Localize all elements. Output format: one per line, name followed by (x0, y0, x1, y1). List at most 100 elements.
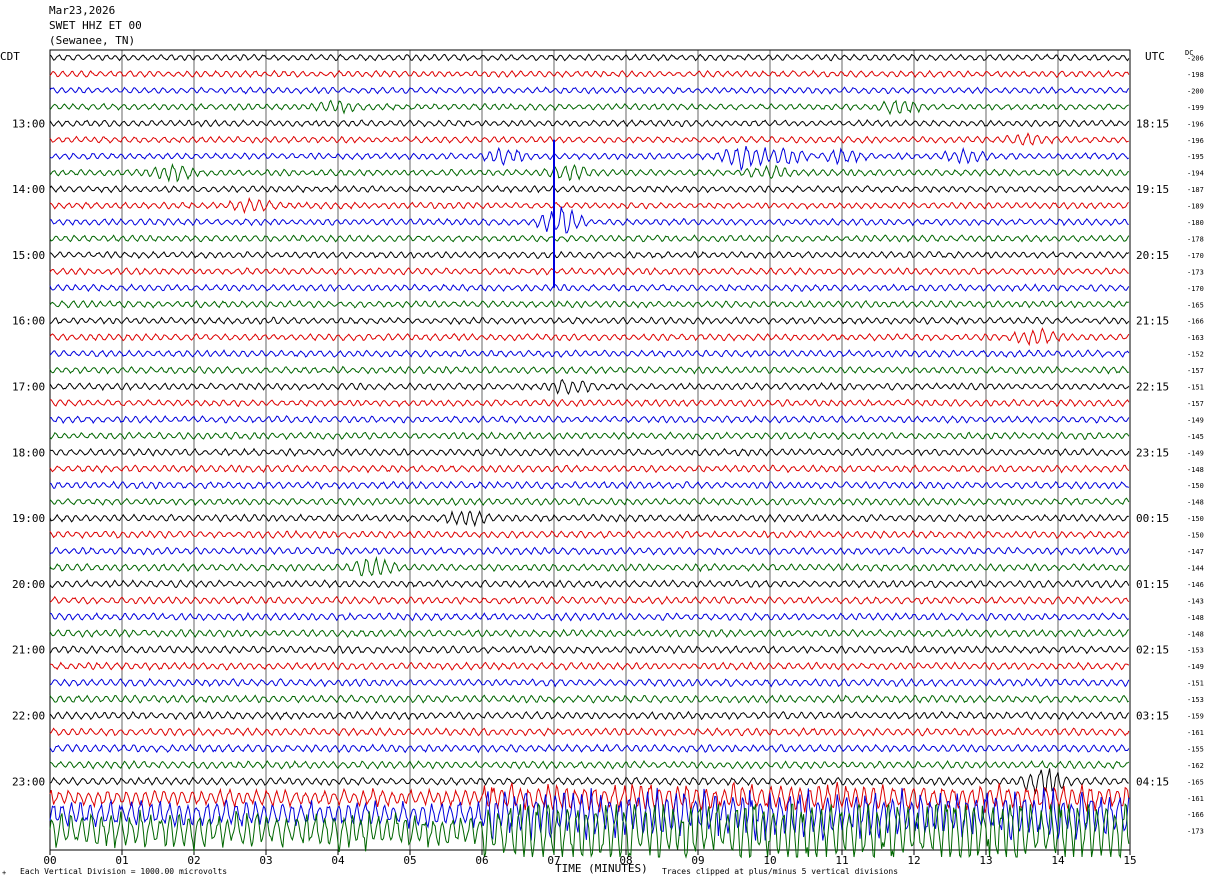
left-hour-label: 21:00 (12, 644, 45, 657)
trace-row (49, 628, 1130, 639)
trace-row (49, 555, 1130, 577)
x-tick-label: 03 (259, 854, 272, 867)
trace-row (49, 497, 1130, 507)
plot-frame (49, 49, 1131, 851)
dc-offset-label: -162 (1187, 762, 1204, 770)
trace-row (49, 694, 1130, 704)
dc-offset-label: -166 (1187, 811, 1204, 819)
dc-offset-label: -153 (1187, 647, 1204, 655)
trace-row (50, 661, 1130, 671)
dc-offset-label: -166 (1187, 318, 1204, 326)
trace-row (49, 283, 1130, 293)
dc-offset-label: -189 (1187, 203, 1204, 211)
dc-offset-label: -157 (1187, 400, 1204, 408)
left-hour-label: 22:00 (12, 710, 45, 723)
trace-row (49, 266, 1129, 276)
dc-offset-label: -149 (1187, 663, 1204, 671)
dc-offset-label: -187 (1187, 186, 1204, 194)
right-hour-label: 21:15 (1136, 315, 1169, 328)
left-hour-label: 18:00 (12, 446, 45, 459)
dc-offset-label: -147 (1187, 548, 1204, 556)
trace-row (49, 480, 1129, 490)
dc-offset-label: -152 (1187, 351, 1204, 359)
right-hour-label: 02:15 (1136, 644, 1169, 657)
trace-layer (49, 53, 1130, 859)
dc-offset-label: -206 (1187, 55, 1204, 63)
trace-row (49, 768, 1129, 795)
dc-offset-label: -150 (1187, 532, 1204, 540)
trace-row (49, 250, 1130, 260)
trace-row (49, 464, 1130, 474)
dc-offset-label: -149 (1187, 416, 1204, 424)
dc-offset-label: -199 (1187, 104, 1204, 112)
trace-row (49, 529, 1130, 540)
dc-offset-label: -144 (1187, 564, 1204, 572)
x-tick-label: 09 (691, 854, 704, 867)
dc-offset-label: -161 (1187, 795, 1204, 803)
dc-offset-label: -150 (1187, 515, 1204, 523)
dc-offset-label: -200 (1187, 87, 1204, 95)
left-hour-label: 16:00 (12, 315, 45, 328)
left-hour-label: 20:00 (12, 578, 45, 591)
right-hour-label: 00:15 (1136, 512, 1169, 525)
dc-offset-label: -148 (1187, 499, 1204, 507)
dc-offset-label: -148 (1187, 466, 1204, 474)
left-hour-label: 13:00 (12, 117, 45, 130)
left-hour-label: 14:00 (12, 183, 45, 196)
trace-row (49, 69, 1130, 79)
trace-row (49, 546, 1130, 556)
dc-offset-label: -151 (1187, 680, 1204, 688)
x-tick-label: 15 (1123, 854, 1136, 867)
trace-row (49, 431, 1130, 441)
x-tick-label: 02 (187, 854, 200, 867)
dc-offset-label: -150 (1187, 482, 1204, 490)
left-hour-label: 15:00 (12, 249, 45, 262)
trace-row (49, 743, 1130, 754)
dc-offset-label: -155 (1187, 745, 1204, 753)
trace-row (49, 184, 1130, 194)
trace-row (49, 299, 1129, 309)
right-hour-label: 20:15 (1136, 249, 1169, 262)
dc-offset-label: -159 (1187, 713, 1204, 721)
dc-offset-label: -173 (1187, 268, 1204, 276)
trace-row (49, 398, 1130, 408)
x-axis-title: TIME (MINUTES) (555, 862, 648, 875)
x-tick-label: 05 (403, 854, 416, 867)
dc-offset-label: -178 (1187, 235, 1204, 243)
trace-row (49, 378, 1130, 395)
corner-mark: + (2, 869, 7, 877)
x-tick-label: 12 (907, 854, 920, 867)
x-tick-label: 01 (115, 854, 128, 867)
trace-row (49, 645, 1130, 655)
right-hour-label: 22:15 (1136, 381, 1169, 394)
trace-row (49, 509, 1129, 528)
x-tick-label: 06 (475, 854, 488, 867)
trace-row (49, 86, 1130, 95)
dc-offset-label: -165 (1187, 301, 1204, 309)
trace-row (49, 760, 1130, 770)
left-hour-label: 19:00 (12, 512, 45, 525)
trace-row (49, 145, 1130, 172)
dc-offset-label: -163 (1187, 334, 1204, 342)
left-hour-label: 23:00 (12, 775, 45, 788)
dc-offset-label: -194 (1187, 170, 1204, 178)
dc-offset-label: -198 (1187, 71, 1204, 79)
trace-row (49, 206, 1129, 234)
dc-offset-label: -195 (1187, 153, 1204, 161)
right-hour-label: 01:15 (1136, 578, 1169, 591)
dc-offset-label: -170 (1187, 285, 1204, 293)
trace-row (49, 196, 1129, 215)
right-hour-label: 23:15 (1136, 446, 1169, 459)
x-tick-label: 14 (1051, 854, 1065, 867)
dc-offset-label: -170 (1187, 252, 1204, 260)
right-hour-label: 18:15 (1136, 117, 1169, 130)
helicorder-plot: 00 01 02 03 04 05 06 07 08 09 10 11 12 13 14 15-206-198… (12, 49, 1204, 867)
x-tick-label: 13 (979, 854, 992, 867)
trace-row (49, 99, 1129, 116)
trace-row (49, 579, 1130, 589)
trace-row (49, 163, 1130, 183)
dc-offset-label: -173 (1187, 828, 1204, 836)
x-tick-label: 11 (835, 854, 848, 867)
trace-row (49, 349, 1130, 358)
trace-row (49, 327, 1130, 347)
